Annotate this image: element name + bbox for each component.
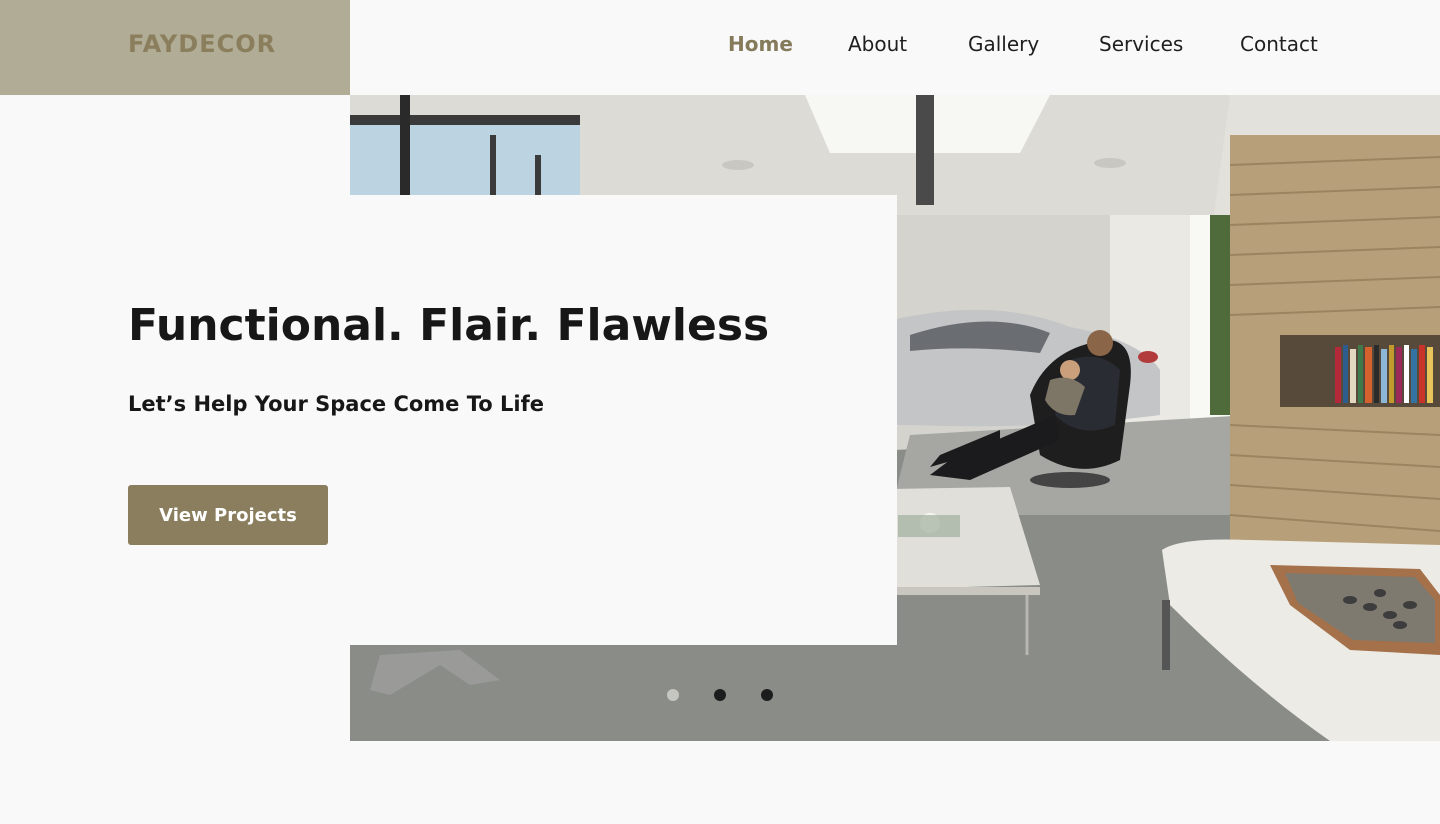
carousel-dot-1[interactable] <box>667 689 679 701</box>
hero-subheadline: Let’s Help Your Space Come To Life <box>128 392 544 416</box>
hero-card <box>350 195 897 645</box>
nav-item-about[interactable]: About <box>848 32 907 56</box>
carousel-indicators <box>667 689 777 701</box>
nav-item-home[interactable]: Home <box>728 32 793 56</box>
main-nav: Home About Gallery Services Contact <box>0 32 1440 62</box>
carousel-dot-2[interactable] <box>714 689 726 701</box>
view-projects-button[interactable]: View Projects <box>128 485 328 545</box>
nav-item-services[interactable]: Services <box>1099 32 1183 56</box>
nav-item-gallery[interactable]: Gallery <box>968 32 1039 56</box>
carousel-dot-3[interactable] <box>761 689 773 701</box>
hero-headline: Functional. Flair. Flawless <box>128 300 770 351</box>
nav-item-contact[interactable]: Contact <box>1240 32 1318 56</box>
